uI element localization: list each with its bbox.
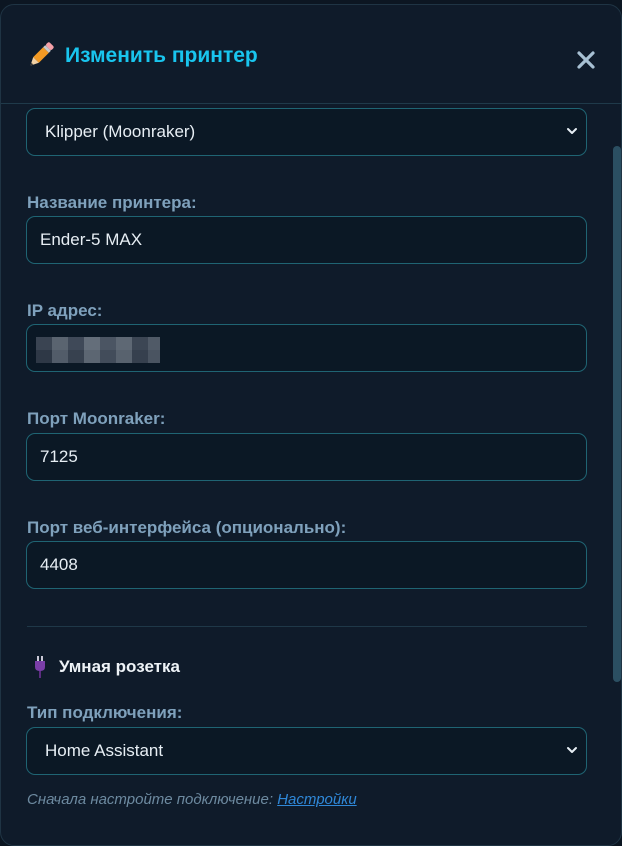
printer-type-select[interactable]: Klipper (Moonraker) <box>26 108 587 156</box>
connection-type-value: Home Assistant <box>45 741 164 760</box>
section-divider <box>27 626 587 627</box>
pencil-icon <box>30 42 54 66</box>
connection-hint-text: Сначала настройте подключение: <box>27 791 278 808</box>
ip-address-label: IP адрес: <box>27 301 103 320</box>
web-port-input[interactable]: 4408 <box>26 541 587 589</box>
web-port-value: 4408 <box>40 555 78 574</box>
connection-type-select[interactable]: Home Assistant <box>26 727 587 775</box>
printer-name-label: Название принтера: <box>27 193 197 212</box>
scrollbar-thumb[interactable] <box>613 146 621 682</box>
connection-hint: Сначала настройте подключение: Настройки <box>27 790 357 810</box>
pixelated-redaction <box>36 337 160 363</box>
chevron-down-icon <box>567 128 577 134</box>
ip-address-input[interactable] <box>26 324 587 372</box>
modal-body: Klipper (Moonraker) Название принтера: E… <box>1 104 607 844</box>
close-icon <box>577 51 595 69</box>
modal-title: Изменить принтер <box>65 44 258 67</box>
close-button[interactable] <box>571 45 601 75</box>
printer-name-value: Ender-5 MAX <box>40 230 143 249</box>
moonraker-port-label: Порт Moonraker: <box>27 409 166 428</box>
modal-header: Изменить принтер <box>1 5 621 104</box>
printer-name-input[interactable]: Ender-5 MAX <box>26 216 587 264</box>
smart-plug-title: Умная розетка <box>59 657 180 676</box>
web-port-label: Порт веб-интерфейса (опционально): <box>27 518 347 537</box>
settings-link[interactable]: Настройки <box>277 791 356 808</box>
moonraker-port-input[interactable]: 7125 <box>26 433 587 481</box>
moonraker-port-value: 7125 <box>40 447 78 466</box>
printer-type-value: Klipper (Moonraker) <box>45 122 196 141</box>
edit-printer-modal: Изменить принтер Klipper (Moonraker) Наз… <box>0 4 622 846</box>
connection-type-label: Тип подключения: <box>27 703 183 722</box>
chevron-down-icon <box>567 747 577 753</box>
plug-icon <box>35 656 45 678</box>
ip-address-redacted-value <box>36 335 164 363</box>
scrollbar[interactable] <box>609 104 621 844</box>
